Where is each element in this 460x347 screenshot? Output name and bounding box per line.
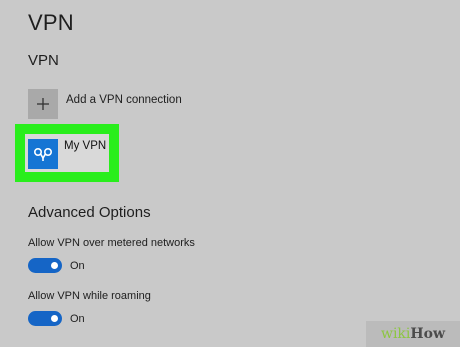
toggle-state-metered: On [70,259,85,272]
page-title: VPN [28,10,74,35]
section-title: VPN [28,52,59,69]
toggle-knob [51,262,58,269]
toggle-row-metered: On [28,258,85,273]
vpn-connection-item[interactable]: My VPN [15,124,119,182]
advanced-options-title: Advanced Options [28,204,151,221]
vpn-connection-name: My VPN [64,140,107,152]
vpn-link-icon [28,139,58,169]
add-vpn-connection-label: Add a VPN connection [66,94,182,106]
toggle-row-roaming: On [28,311,85,326]
plus-icon [28,89,58,119]
add-vpn-connection-button[interactable]: Add a VPN connection [28,89,182,119]
vpn-connection-tile: My VPN [25,134,109,172]
toggle-knob [51,315,58,322]
metered-networks-toggle[interactable] [28,258,62,273]
roaming-toggle[interactable] [28,311,62,326]
watermark-part-how: How [410,326,446,342]
option-label-roaming: Allow VPN while roaming [28,290,151,302]
wikihow-watermark: wiki How [366,321,460,347]
watermark-part-wiki: wiki [380,326,411,342]
toggle-state-roaming: On [70,312,85,325]
option-label-metered: Allow VPN over metered networks [28,237,195,249]
